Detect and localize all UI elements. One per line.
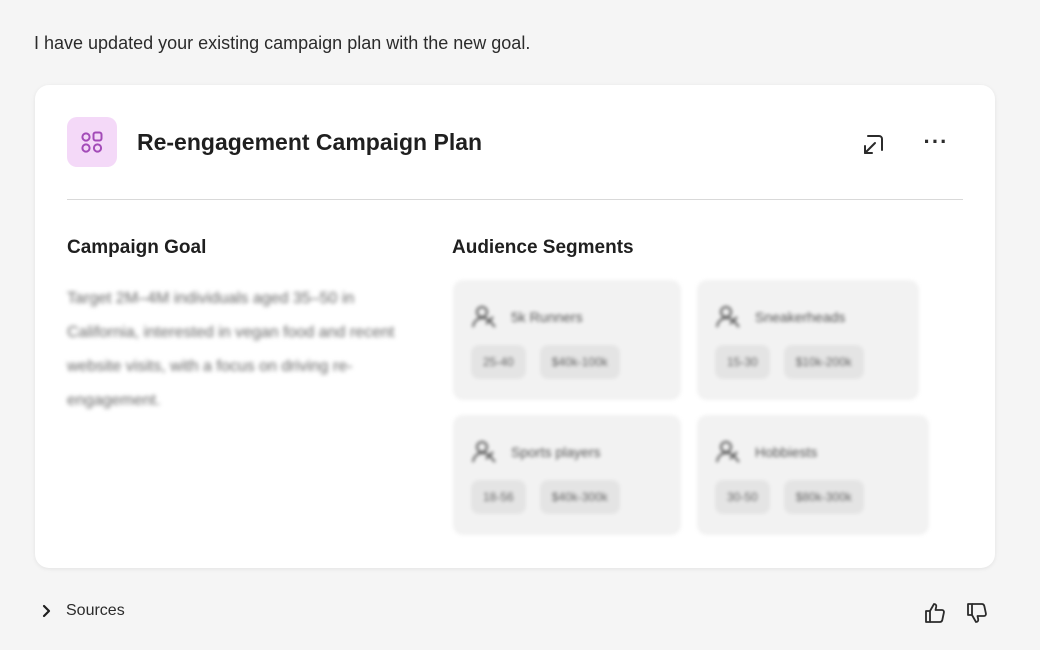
segment-tags: 25-40 $40k-100k [471,345,634,379]
open-in-new-button[interactable] [855,129,889,163]
card-title: Re-engagement Campaign Plan [137,128,483,155]
thumbs-down-button[interactable] [964,600,990,626]
audience-icon [472,306,496,328]
segment-header: Hobbiests [715,439,817,465]
segment-income-tag: $40k-100k [539,345,620,379]
segment-age-tag: 15-30 [715,345,770,379]
segment-tags: 15-30 $10k-200k [715,345,878,379]
segment-income-tag: $80k-300k [783,480,864,514]
thumbs-up-icon [925,603,945,623]
segment-header: Sneakerheads [715,304,845,330]
campaign-plan-card: Re-engagement Campaign Plan ··· Campaign… [35,85,995,568]
sources-toggle[interactable]: Sources [42,602,125,620]
open-in-new-icon [864,135,883,154]
segment-card[interactable]: Sports players 18-56 $40k-300k [453,415,681,535]
chevron-right-icon [42,604,51,618]
thumbs-down-icon [967,603,987,623]
segment-income-tag: $10k-200k [783,345,864,379]
audience-segments-grid: 5k Runners 25-40 $40k-100k Sneakerheads … [453,280,973,540]
segment-name: 5k Runners [511,309,583,325]
campaign-goal-heading: Campaign Goal [67,237,207,258]
audience-segments-heading: Audience Segments [452,237,634,258]
audience-icon [472,441,496,463]
campaign-goal-text: Target 2M–4M individuals aged 35–50 in C… [67,290,395,409]
feedback-buttons [922,600,990,626]
segments-app-icon [67,117,117,167]
more-options-button[interactable]: ··· [919,125,953,167]
segment-card[interactable]: Sneakerheads 15-30 $10k-200k [697,280,919,400]
segment-name: Sneakerheads [755,309,846,325]
segment-card[interactable]: 5k Runners 25-40 $40k-100k [453,280,681,400]
audience-icon [716,441,740,463]
segment-header: 5k Runners [471,304,583,330]
segment-age-tag: 18-56 [471,480,526,514]
audience-icon [716,306,740,328]
segment-tags: 18-56 $40k-300k [471,480,634,514]
card-actions: ··· [855,125,953,167]
segment-name: Hobbiests [755,444,818,460]
assistant-message-text: I have updated your existing campaign pl… [34,33,531,53]
segment-income-tag: $40k-300k [539,480,620,514]
segment-age-tag: 25-40 [471,345,526,379]
segment-header: Sports players [471,439,600,465]
segment-name: Sports players [511,444,601,460]
segment-tags: 30-50 $80k-300k [715,480,878,514]
header-divider [67,199,963,200]
sources-label: Sources [66,602,125,619]
thumbs-up-button[interactable] [922,600,948,626]
segment-age-tag: 30-50 [715,480,770,514]
segment-card[interactable]: Hobbiests 30-50 $80k-300k [697,415,929,535]
card-header: Re-engagement Campaign Plan ··· [67,117,963,167]
